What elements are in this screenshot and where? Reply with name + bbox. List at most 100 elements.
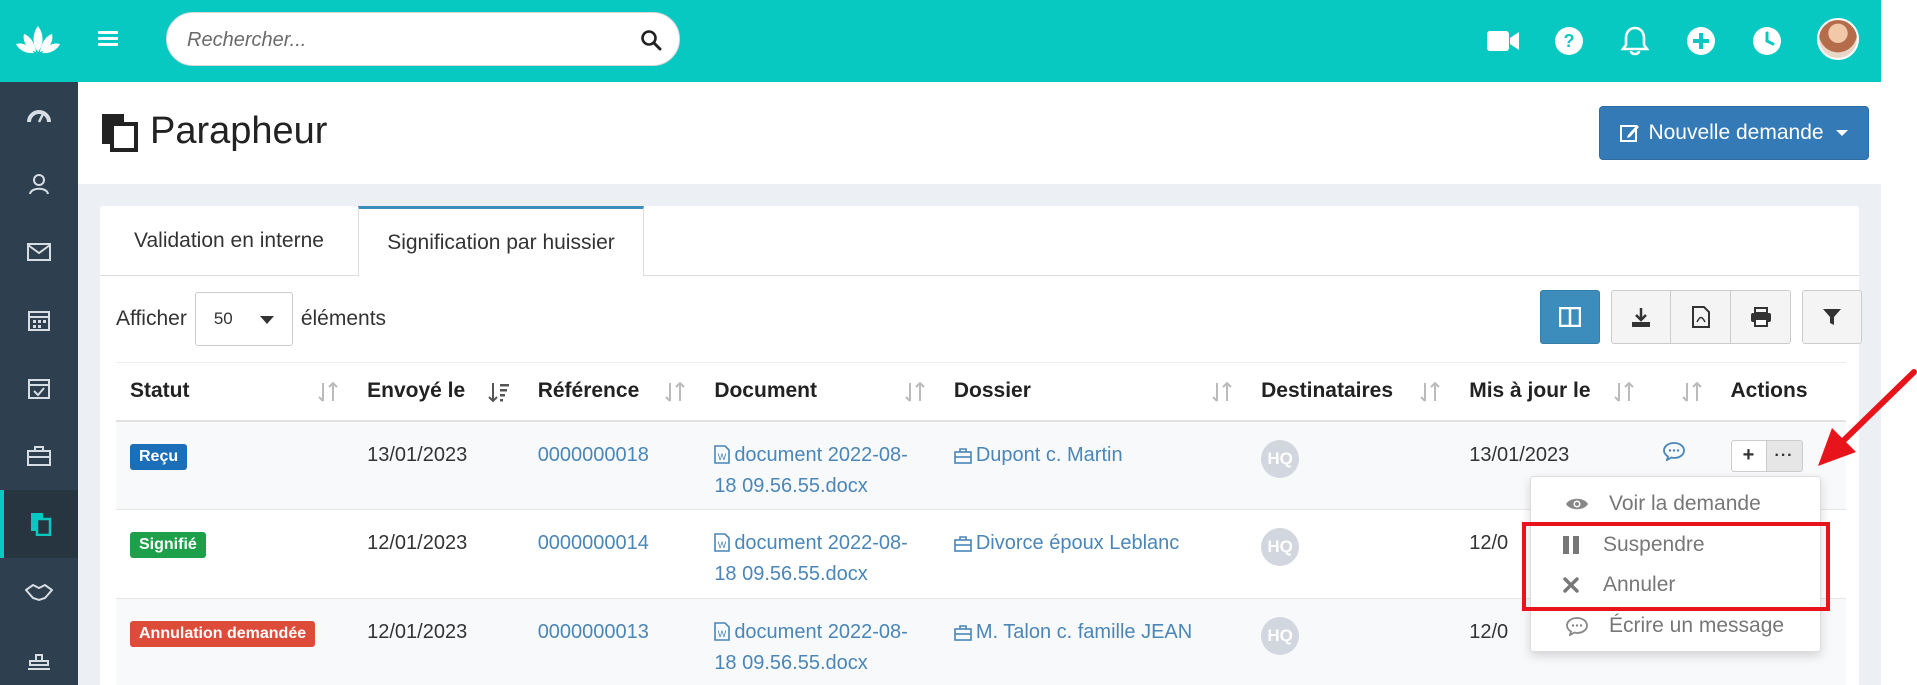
user-avatar[interactable] [1817,18,1859,60]
sidebar-item-stamp[interactable] [0,626,78,685]
page-length-value: 50 [213,309,233,328]
document-link[interactable]: Wdocument 2022-08- 18 09.56.55.docx [700,420,940,510]
calendar-check-icon [28,379,50,399]
tab-bar: Validation en interne Signification par … [100,206,1859,277]
parapheur-title-icon [102,114,138,152]
app-logo-icon[interactable] [16,22,60,58]
edit-icon [1620,125,1640,142]
sidebar-item-calendar[interactable] [0,286,78,354]
sort-icon [1212,381,1232,402]
svg-text:W: W [718,540,727,550]
page-length-control: Afficher 50 éléments [116,292,386,346]
status-badge: Signifié [130,532,206,558]
column-header-messages[interactable] [1648,362,1717,422]
new-request-label: Nouvelle demande [1648,121,1824,144]
new-request-button[interactable]: Nouvelle demande [1599,106,1869,160]
folder-link[interactable]: M. Talon c. famille JEAN [939,598,1248,685]
pdf-button[interactable] [1671,290,1731,344]
columns-button[interactable] [1540,290,1600,344]
folder-link[interactable]: Dupont c. Martin [939,420,1248,510]
page-header: Parapheur Nouvelle demande [78,82,1881,184]
sidebar-item-dashboard[interactable] [0,82,78,150]
page-title: Parapheur [150,110,328,152]
status-badge: Reçu [130,443,188,470]
sent-date: 12/01/2023 [353,598,524,685]
bell-icon[interactable] [1618,24,1652,58]
comment-icon [1566,617,1588,636]
add-action-button[interactable]: + [1730,439,1767,472]
reference-link[interactable]: 0000000018 [538,444,649,466]
table-header-row: Statut Envoyé le Référence Document Doss… [116,362,1846,422]
column-header-folder[interactable]: Dossier [939,362,1248,422]
sidebar-item-tasks[interactable] [0,354,78,422]
filter-icon [1823,309,1841,325]
table-toolbar [1540,290,1862,344]
dashboard-icon [27,110,51,123]
search-box [166,12,680,66]
recipient-avatar[interactable]: HQ [1261,439,1300,478]
file-word-icon: W [714,622,731,641]
column-header-sent[interactable]: Envoyé le [353,362,524,422]
comment-icon[interactable] [1662,441,1685,461]
tab-bailiff-service[interactable]: Signification par huissier [358,206,644,277]
contacts-icon [29,174,49,195]
print-button[interactable] [1731,290,1791,344]
clock-icon[interactable] [1750,24,1784,58]
folder-link[interactable]: Divorce époux Leblanc [939,509,1248,599]
menu-item-view-request[interactable]: Voir la demande [1531,484,1822,524]
column-header-updated[interactable]: Mis à jour le [1455,362,1649,422]
column-header-document[interactable]: Document [700,362,940,422]
recipient-avatar[interactable]: HQ [1261,617,1300,655]
caret-down-icon [1835,130,1848,136]
sidebar-item-contacts[interactable] [0,150,78,218]
columns-icon [1559,307,1581,327]
top-bar: ? [0,0,1881,82]
sort-icon [665,381,686,402]
svg-text:W: W [718,629,727,639]
plus-circle-icon[interactable] [1684,24,1718,58]
svg-text:W: W [718,452,727,462]
eye-icon [1566,498,1588,510]
sent-date: 13/01/2023 [353,420,524,510]
export-button[interactable] [1611,290,1671,344]
sent-date: 12/01/2023 [353,509,524,599]
more-actions-button[interactable]: ··· [1766,439,1803,472]
length-prefix: Afficher [116,307,187,330]
briefcase-icon [954,536,972,552]
download-icon [1632,308,1650,327]
reference-link[interactable]: 0000000014 [538,532,649,554]
document-link[interactable]: Wdocument 2022-08- 18 09.56.55.docx [700,509,940,599]
page-length-select[interactable]: 50 [194,292,293,346]
sort-icon [1614,381,1634,402]
column-header-recipients[interactable]: Destinataires [1247,362,1456,422]
search-icon[interactable] [639,28,663,52]
sidebar-item-parapheur[interactable] [0,490,78,558]
video-camera-icon[interactable] [1486,24,1520,58]
row-actions: + ··· [1730,439,1803,472]
file-word-icon: W [714,533,731,552]
file-word-icon: W [714,444,731,464]
document-link[interactable]: Wdocument 2022-08- 18 09.56.55.docx [700,598,940,685]
file-pdf-icon [1691,306,1710,328]
mail-icon [27,243,51,261]
menu-toggle-icon[interactable] [98,28,124,50]
status-badge: Annulation demandée [130,621,316,647]
column-header-reference[interactable]: Référence [523,362,701,422]
sidebar-item-partners[interactable] [0,558,78,626]
stamp-icon [28,654,50,670]
search-input[interactable] [187,26,607,54]
sidebar-item-cases[interactable] [0,422,78,490]
briefcase-icon [954,447,972,464]
menu-item-write-message[interactable]: Écrire un message [1531,606,1822,646]
question-circle-icon[interactable]: ? [1552,24,1586,58]
filter-button[interactable] [1802,290,1862,344]
reference-link[interactable]: 0000000013 [538,621,649,643]
caret-down-icon [259,316,274,324]
column-header-status[interactable]: Statut [116,362,354,422]
briefcase-icon [27,446,51,466]
tab-internal-validation[interactable]: Validation en interne [100,206,358,276]
sidebar-item-mail[interactable] [0,218,78,286]
annotation-arrow-icon [1818,369,1917,466]
recipient-avatar[interactable]: HQ [1261,528,1300,566]
calendar-icon [28,311,50,331]
